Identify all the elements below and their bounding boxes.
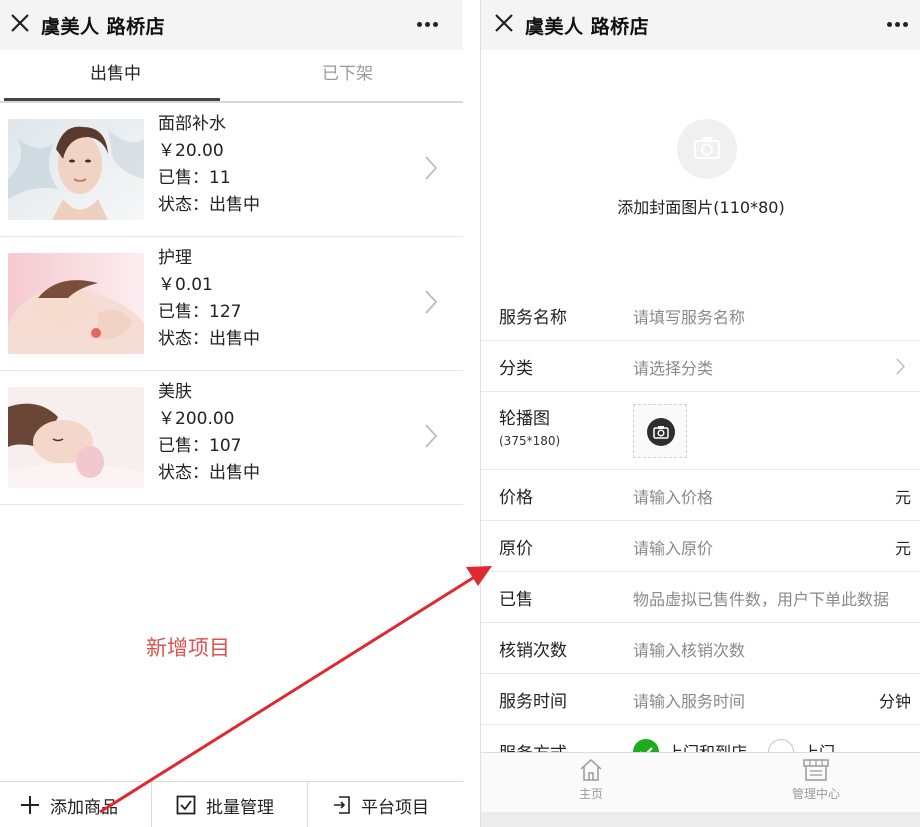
field-label: 分类 <box>499 359 533 379</box>
platform-items-button[interactable]: 平台项目 <box>333 782 429 827</box>
more-icon[interactable] <box>417 22 439 28</box>
platform-items-label: 平台项目 <box>361 797 429 818</box>
divider <box>307 782 308 827</box>
add-product-button[interactable]: 添加商品 <box>20 782 118 827</box>
service-name-row[interactable]: 服务名称 请填写服务名称 <box>481 290 920 341</box>
field-label: 原价 <box>499 539 533 559</box>
add-product-label: 添加商品 <box>50 797 118 818</box>
service-time-unit: 分钟 <box>878 692 911 711</box>
product-sold: 已售：127 <box>158 302 242 322</box>
tab-off-shelf[interactable]: 已下架 <box>232 50 463 101</box>
cover-camera-placeholder <box>677 119 737 179</box>
bottom-spacer <box>481 812 920 827</box>
batch-manage-label: 批量管理 <box>206 797 274 818</box>
field-label: 价格 <box>499 488 533 508</box>
product-item-skin-beauty[interactable]: 美肤 ￥200.00 已售：107 状态：出售中 <box>0 371 463 505</box>
close-icon[interactable] <box>493 12 515 34</box>
original-price-unit: 元 <box>894 539 911 558</box>
field-label: 服务名称 <box>499 308 567 328</box>
chevron-right-icon <box>425 156 438 180</box>
store-title: 虞美人 路桥店 <box>41 16 166 38</box>
product-sold: 已售：11 <box>158 168 231 188</box>
product-status: 状态：出售中 <box>158 329 260 349</box>
chevron-right-icon <box>425 290 438 314</box>
product-info: 护理 ￥0.01 已售：127 状态：出售中 <box>158 245 260 353</box>
product-info: 美肤 ￥200.00 已售：107 状态：出售中 <box>158 379 260 487</box>
store-icon <box>803 759 829 781</box>
top-bar: 虞美人 路桥店 <box>0 0 463 50</box>
checkbox-icon <box>176 795 196 815</box>
annotation-add-item: 新增项目 <box>146 636 230 660</box>
product-sold: 已售：107 <box>158 436 242 456</box>
camera-icon <box>694 137 720 159</box>
original-price-row[interactable]: 原价 请输入原价 元 <box>481 521 920 572</box>
product-thumbnail <box>8 387 144 488</box>
product-name: 面部补水 <box>158 114 226 134</box>
verify-count-input[interactable]: 请输入核销次数 <box>633 637 745 661</box>
close-icon[interactable] <box>9 12 31 34</box>
service-name-input[interactable]: 请填写服务名称 <box>633 304 745 328</box>
category-row[interactable]: 分类 请选择分类 <box>481 341 920 392</box>
product-thumbnail <box>8 253 144 354</box>
price-unit: 元 <box>894 488 911 507</box>
service-time-row[interactable]: 服务时间 请输入服务时间 分钟 <box>481 674 920 725</box>
product-info: 面部补水 ￥20.00 已售：11 状态：出售中 <box>158 111 260 219</box>
price-row[interactable]: 价格 请输入价格 元 <box>481 470 920 521</box>
carousel-size-hint: (375*180) <box>499 434 561 448</box>
field-label: 核销次数 <box>499 641 567 661</box>
camera-icon <box>647 418 675 446</box>
chevron-right-icon <box>896 358 905 375</box>
enter-icon <box>334 796 350 814</box>
original-price-input[interactable]: 请输入原价 <box>633 535 713 559</box>
product-thumbnail <box>8 119 144 220</box>
add-service-form-screen: 虞美人 路桥店 添加封面图片(110*80) 服务名称 请填写服务名称 分类 请… <box>480 0 920 827</box>
cover-image-upload[interactable]: 添加封面图片(110*80) <box>481 50 920 290</box>
product-status: 状态：出售中 <box>158 195 260 215</box>
product-item-care[interactable]: 护理 ￥0.01 已售：127 状态：出售中 <box>0 237 463 371</box>
tab-on-sale[interactable]: 出售中 <box>0 50 231 101</box>
tab-home-label: 主页 <box>578 787 603 801</box>
tab-management-label: 管理中心 <box>791 787 840 801</box>
product-list-screen: 虞美人 路桥店 出售中 已下架 面部补水 ￥20.00 已售：11 状态：出售中… <box>0 0 463 827</box>
status-tabs: 出售中 已下架 <box>0 50 463 103</box>
product-status: 状态：出售中 <box>158 463 260 483</box>
carousel-row: 轮播图 (375*180) <box>481 392 920 470</box>
product-price: ￥20.00 <box>158 141 224 161</box>
top-bar: 虞美人 路桥店 <box>481 0 920 50</box>
active-tab-indicator <box>4 98 220 101</box>
product-price: ￥0.01 <box>158 275 213 295</box>
price-input[interactable]: 请输入价格 <box>633 484 713 508</box>
bottom-action-bar: 添加商品 批量管理 平台项目 <box>0 781 463 827</box>
carousel-upload-button[interactable] <box>633 404 687 458</box>
field-label: 已售 <box>499 590 533 610</box>
more-icon[interactable] <box>887 22 909 28</box>
divider <box>151 782 152 827</box>
product-item-facial-hydration[interactable]: 面部补水 ￥20.00 已售：11 状态：出售中 <box>0 103 463 237</box>
sold-row[interactable]: 已售 物品虚拟已售件数，用户下单此数据 <box>481 572 920 623</box>
field-label: 服务时间 <box>499 692 567 712</box>
service-time-input[interactable]: 请输入服务时间 <box>633 688 745 712</box>
chevron-right-icon <box>425 424 438 448</box>
product-name: 护理 <box>158 248 192 268</box>
home-icon <box>580 758 602 781</box>
verify-count-row[interactable]: 核销次数 请输入核销次数 <box>481 623 920 674</box>
batch-manage-button[interactable]: 批量管理 <box>176 782 274 827</box>
tab-management-center[interactable]: 管理中心 <box>706 753 920 813</box>
product-price: ￥200.00 <box>158 409 235 429</box>
product-name: 美肤 <box>158 382 192 402</box>
field-label: 轮播图 <box>499 409 550 429</box>
sold-input[interactable]: 物品虚拟已售件数，用户下单此数据 <box>633 586 889 610</box>
plus-icon <box>21 796 39 814</box>
tab-home[interactable]: 主页 <box>481 753 701 813</box>
cover-image-label: 添加封面图片(110*80) <box>617 198 785 217</box>
store-title: 虞美人 路桥店 <box>525 16 650 38</box>
category-select[interactable]: 请选择分类 <box>633 355 713 379</box>
bottom-tab-bar: 主页 管理中心 <box>481 752 920 812</box>
